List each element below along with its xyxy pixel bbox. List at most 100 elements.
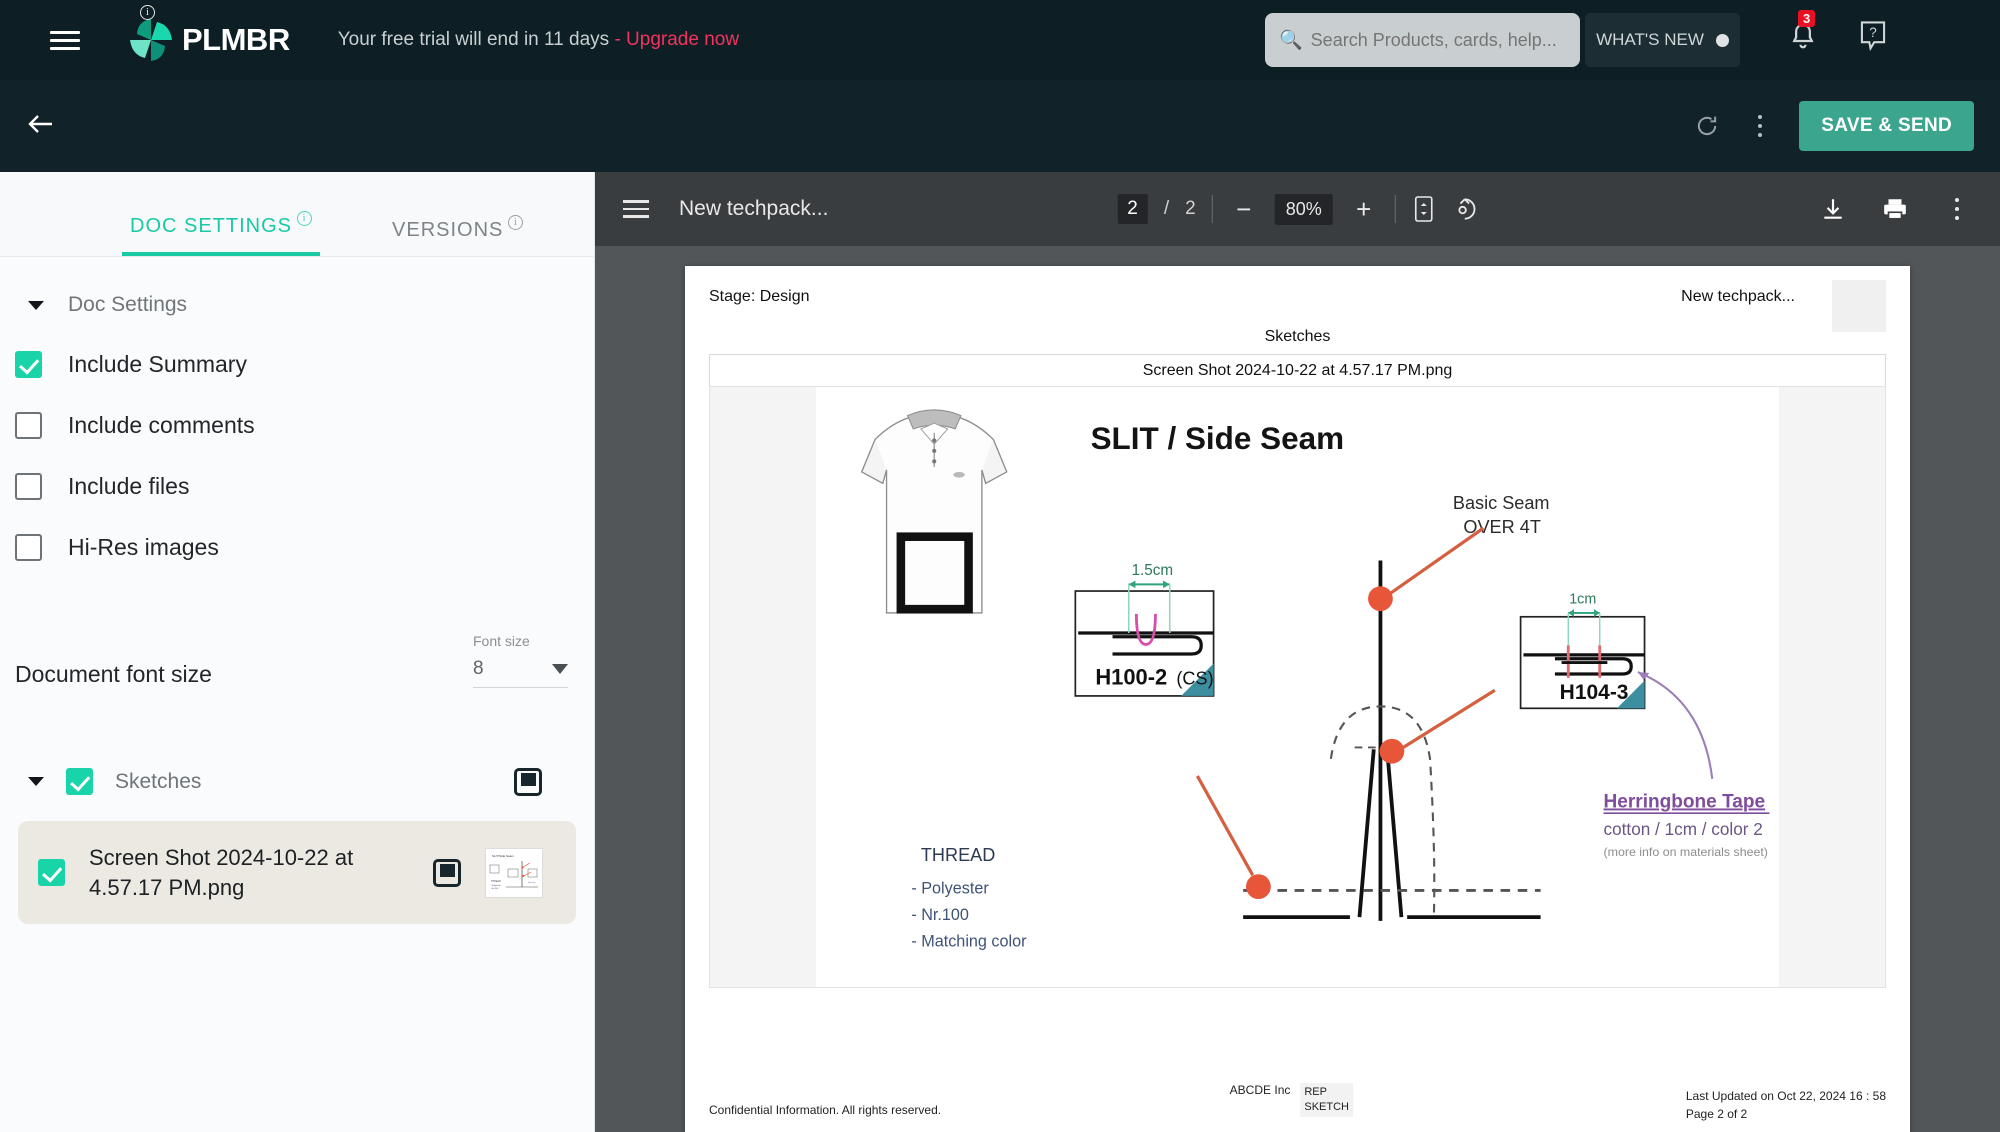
page-total: 2: [1185, 198, 1196, 219]
sketches-section-header[interactable]: Sketches: [0, 767, 594, 796]
svg-text:Herring.: Herring.: [528, 881, 536, 884]
stitch-right-label: H104-3: [1560, 681, 1629, 704]
pdf-viewer: New techpack... 2 / 2 − 80% + Stage: Des…: [595, 172, 2000, 1132]
thread-item-3: - 4 SPCM: [911, 959, 981, 961]
sketches-checkbox[interactable]: [66, 768, 93, 795]
help-button[interactable]: ?: [1858, 20, 1888, 57]
include-comments-label: Include comments: [68, 412, 255, 438]
zoom-level-value[interactable]: 80%: [1274, 193, 1333, 225]
svg-text:-Polyester: -Polyester: [491, 884, 501, 887]
font-size-value: 8: [473, 658, 484, 679]
tab-doc-settings-label: DOC SETTINGS: [130, 215, 293, 237]
thread-item-1: - Nr.100: [911, 906, 969, 924]
svg-text:THREAD: THREAD: [491, 880, 501, 883]
whats-new-button[interactable]: WHAT'S NEW: [1585, 13, 1740, 67]
sketch-thumbnail[interactable]: SLIT/Side Seam THREAD -Polyester -Nr.100…: [485, 847, 543, 898]
include-files-label: Include files: [68, 473, 190, 499]
info-icon: i: [140, 5, 155, 20]
sketch-title: SLIT / Side Seam: [1091, 421, 1344, 456]
notifications-button[interactable]: 3: [1788, 10, 1818, 57]
page-separator: /: [1163, 198, 1170, 219]
tab-doc-settings[interactable]: DOC SETTINGS i: [122, 211, 321, 256]
document-font-size-label: Document font size: [15, 661, 212, 687]
pdf-sidebar-toggle-icon[interactable]: [623, 195, 649, 223]
thread-item-0: - Polyester: [911, 879, 989, 897]
save-and-send-button[interactable]: SAVE & SEND: [1799, 101, 1974, 151]
sketch-image: SLIT / Side Seam Basic Seam OVER 4T 1.5c…: [709, 386, 1886, 988]
include-summary-checkbox[interactable]: [15, 351, 42, 378]
herringbone-note: (more info on materials sheet): [1604, 845, 1768, 859]
doc-settings-section-header[interactable]: Doc Settings: [0, 257, 594, 317]
rotate-icon[interactable]: [1452, 195, 1478, 223]
doc-footer-rep-line1: REP: [1304, 1086, 1327, 1099]
doc-stage-label: Stage: Design: [709, 288, 810, 305]
back-button[interactable]: [22, 109, 60, 144]
zoom-out-icon[interactable]: −: [1229, 194, 1259, 225]
refresh-icon[interactable]: [1693, 112, 1721, 140]
trial-text: Your free trial will end in 11 days: [337, 29, 610, 50]
main-menu-icon[interactable]: [50, 26, 80, 55]
pdf-page-area[interactable]: Stage: Design New techpack... Sketches S…: [595, 246, 2000, 1132]
download-icon[interactable]: [1820, 196, 1846, 222]
zoom-in-icon[interactable]: +: [1349, 194, 1379, 225]
hi-res-images-checkbox[interactable]: [15, 534, 42, 561]
file-layout-toggle-icon[interactable]: [433, 858, 461, 887]
option-hi-res-images[interactable]: Hi-Res images: [0, 534, 594, 561]
option-include-summary[interactable]: Include Summary: [0, 351, 594, 378]
fit-page-icon[interactable]: [1412, 195, 1436, 223]
tab-versions-label: VERSIONS: [392, 219, 504, 241]
chevron-down-icon[interactable]: [28, 777, 44, 786]
include-files-checkbox[interactable]: [15, 473, 42, 500]
dim-right: 1cm: [1569, 591, 1596, 607]
doc-logo-placeholder: [1832, 280, 1886, 332]
doc-settings-title: Doc Settings: [68, 293, 188, 316]
doc-footer-rep-line2: SKETCH: [1304, 1101, 1349, 1114]
technical-sketch-art: SLIT / Side Seam Basic Seam OVER 4T 1.5c…: [860, 409, 1770, 961]
option-include-comments[interactable]: Include comments: [0, 412, 594, 439]
more-options-icon[interactable]: [1747, 109, 1773, 143]
font-size-caption: Font size: [473, 633, 530, 649]
divider: [1211, 195, 1213, 223]
pdf-page: Stage: Design New techpack... Sketches S…: [685, 266, 1910, 1132]
doc-settings-info-icon[interactable]: i: [297, 211, 313, 226]
include-comments-checkbox[interactable]: [15, 412, 42, 439]
hi-res-images-label: Hi-Res images: [68, 534, 219, 560]
dim-left: 1.5cm: [1132, 562, 1174, 579]
chevron-down-icon[interactable]: [552, 664, 568, 674]
layout-toggle-icon[interactable]: [514, 767, 542, 796]
logo-text: PLMBR: [182, 22, 290, 57]
stitch-left-label: H100-2: [1095, 664, 1167, 689]
doc-section-title: Sketches: [1264, 328, 1331, 345]
whats-new-label: WHAT'S NEW: [1596, 30, 1704, 49]
option-include-files[interactable]: Include files: [0, 473, 594, 500]
whats-new-dot-icon: [1715, 33, 1729, 47]
doc-footer-brand: ABCDE Inc REP SKETCH: [1230, 1083, 1353, 1117]
pdf-more-options-icon[interactable]: [1944, 192, 1970, 226]
brand-logo[interactable]: i PLMBR: [128, 5, 290, 63]
upgrade-link[interactable]: - Upgrade now: [614, 29, 739, 50]
doc-file-title: Screen Shot 2024-10-22 at 4.57.17 PM.png: [709, 354, 1886, 386]
document-font-size-row: Document font size Font size 8: [0, 633, 594, 688]
tab-versions[interactable]: VERSIONS i: [384, 215, 531, 256]
herringbone-sub: cotton / 1cm / color 2: [1604, 819, 1763, 839]
doc-footer-company: ABCDE Inc: [1229, 1083, 1291, 1098]
font-size-select[interactable]: Font size 8: [473, 633, 568, 688]
doc-name-header: New techpack...: [1681, 288, 1795, 305]
search-input[interactable]: [1310, 29, 1566, 51]
include-summary-label: Include Summary: [68, 351, 247, 377]
list-item[interactable]: Screen Shot 2024-10-22 at 4.57.17 PM.png…: [18, 821, 576, 925]
chevron-down-icon[interactable]: [28, 300, 44, 310]
sketch-file-name: Screen Shot 2024-10-22 at 4.57.17 PM.png: [89, 845, 354, 900]
versions-info-icon[interactable]: i: [508, 215, 524, 230]
sketch-file-checkbox[interactable]: [38, 859, 65, 887]
sketches-title: Sketches: [115, 769, 202, 793]
search-box[interactable]: 🔍: [1265, 13, 1580, 67]
image-left-gutter: [710, 387, 816, 987]
doc-footer-updated: Last Updated on Oct 22, 2024 16 : 58: [1685, 1089, 1886, 1103]
top-navigation-bar: i PLMBR Your free trial will end in 11 d…: [0, 0, 2000, 80]
print-icon[interactable]: [1882, 196, 1908, 222]
page-number-input[interactable]: 2: [1117, 194, 1148, 224]
sidebar-tabs: DOC SETTINGS i VERSIONS i: [0, 172, 594, 257]
trial-banner: Your free trial will end in 11 days - Up…: [338, 29, 739, 51]
search-icon: 🔍: [1279, 30, 1303, 51]
